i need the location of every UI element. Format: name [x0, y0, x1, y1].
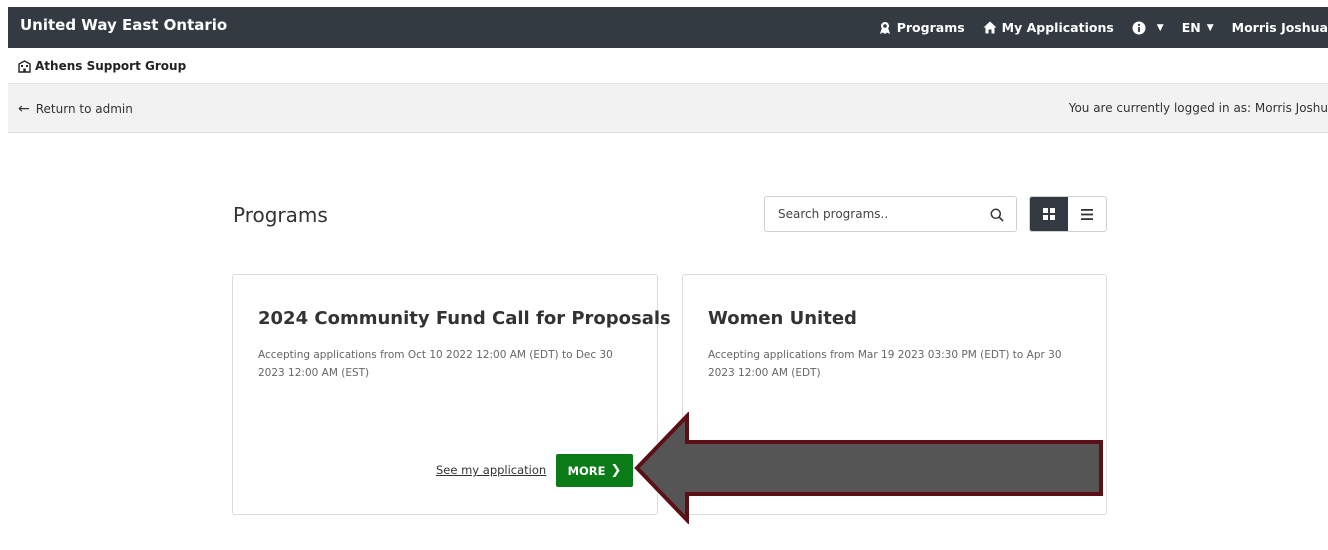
org-name-label: Athens Support Group [35, 59, 187, 73]
nav-my-applications[interactable]: My Applications [983, 20, 1114, 35]
nav-programs[interactable]: Programs [878, 20, 965, 35]
top-navbar: United Way East Ontario Programs My Appl… [8, 7, 1328, 48]
chevron-right-icon: ❯ [610, 463, 622, 478]
arrow-left-icon: ← [18, 101, 30, 117]
program-dates: Accepting applications from Mar 19 2023 … [708, 349, 1062, 379]
top-nav: Programs My Applications ▼ EN ▼ Morris J… [860, 7, 1328, 48]
program-dates: Accepting applications from Oct 10 2022 … [258, 349, 613, 379]
language-menu[interactable]: EN ▼ [1182, 20, 1214, 35]
list-icon [1081, 208, 1093, 220]
grid-view-button[interactable] [1030, 197, 1068, 231]
org-bar: Athens Support Group [8, 48, 1328, 84]
home-icon [983, 21, 997, 34]
chevron-down-icon: ▼ [1206, 22, 1214, 33]
search-box [764, 196, 1017, 232]
page-title: Programs [233, 203, 328, 227]
return-to-admin-link[interactable]: ← Return to admin [18, 101, 133, 117]
info-menu[interactable]: ▼ [1132, 21, 1164, 35]
award-icon [879, 21, 890, 34]
info-circle-icon [1132, 21, 1146, 34]
view-toggle [1029, 196, 1107, 232]
admin-bar: ← Return to admin You are currently logg… [8, 84, 1328, 133]
see-my-application-link[interactable]: See my application [436, 463, 546, 477]
more-button[interactable]: MORE ❯ [556, 454, 633, 487]
program-title[interactable]: 2024 Community Fund Call for Proposals [258, 308, 671, 329]
org-name[interactable]: Athens Support Group [18, 59, 186, 73]
chevron-down-icon: ▼ [1156, 22, 1164, 33]
logged-in-status: You are currently logged in as: Morris J… [1068, 101, 1328, 115]
program-card: 2024 Community Fund Call for Proposals A… [232, 274, 671, 515]
program-title[interactable]: Women United [708, 308, 857, 329]
user-name: Morris Joshua [1231, 20, 1328, 35]
user-menu[interactable]: Morris Joshua [1232, 20, 1328, 35]
language-label: EN [1181, 20, 1201, 35]
search-icon[interactable] [990, 207, 1004, 226]
brand-name[interactable]: United Way East Ontario [20, 16, 227, 34]
grid-icon [1043, 208, 1055, 220]
building-icon [18, 59, 31, 73]
nav-programs-label: Programs [896, 20, 965, 35]
search-input[interactable] [765, 197, 980, 231]
nav-my-applications-label: My Applications [1001, 20, 1114, 35]
more-button-label: MORE [567, 463, 606, 478]
list-view-button[interactable] [1068, 197, 1106, 231]
annotation-arrow [634, 412, 1103, 524]
return-label: Return to admin [35, 102, 133, 116]
